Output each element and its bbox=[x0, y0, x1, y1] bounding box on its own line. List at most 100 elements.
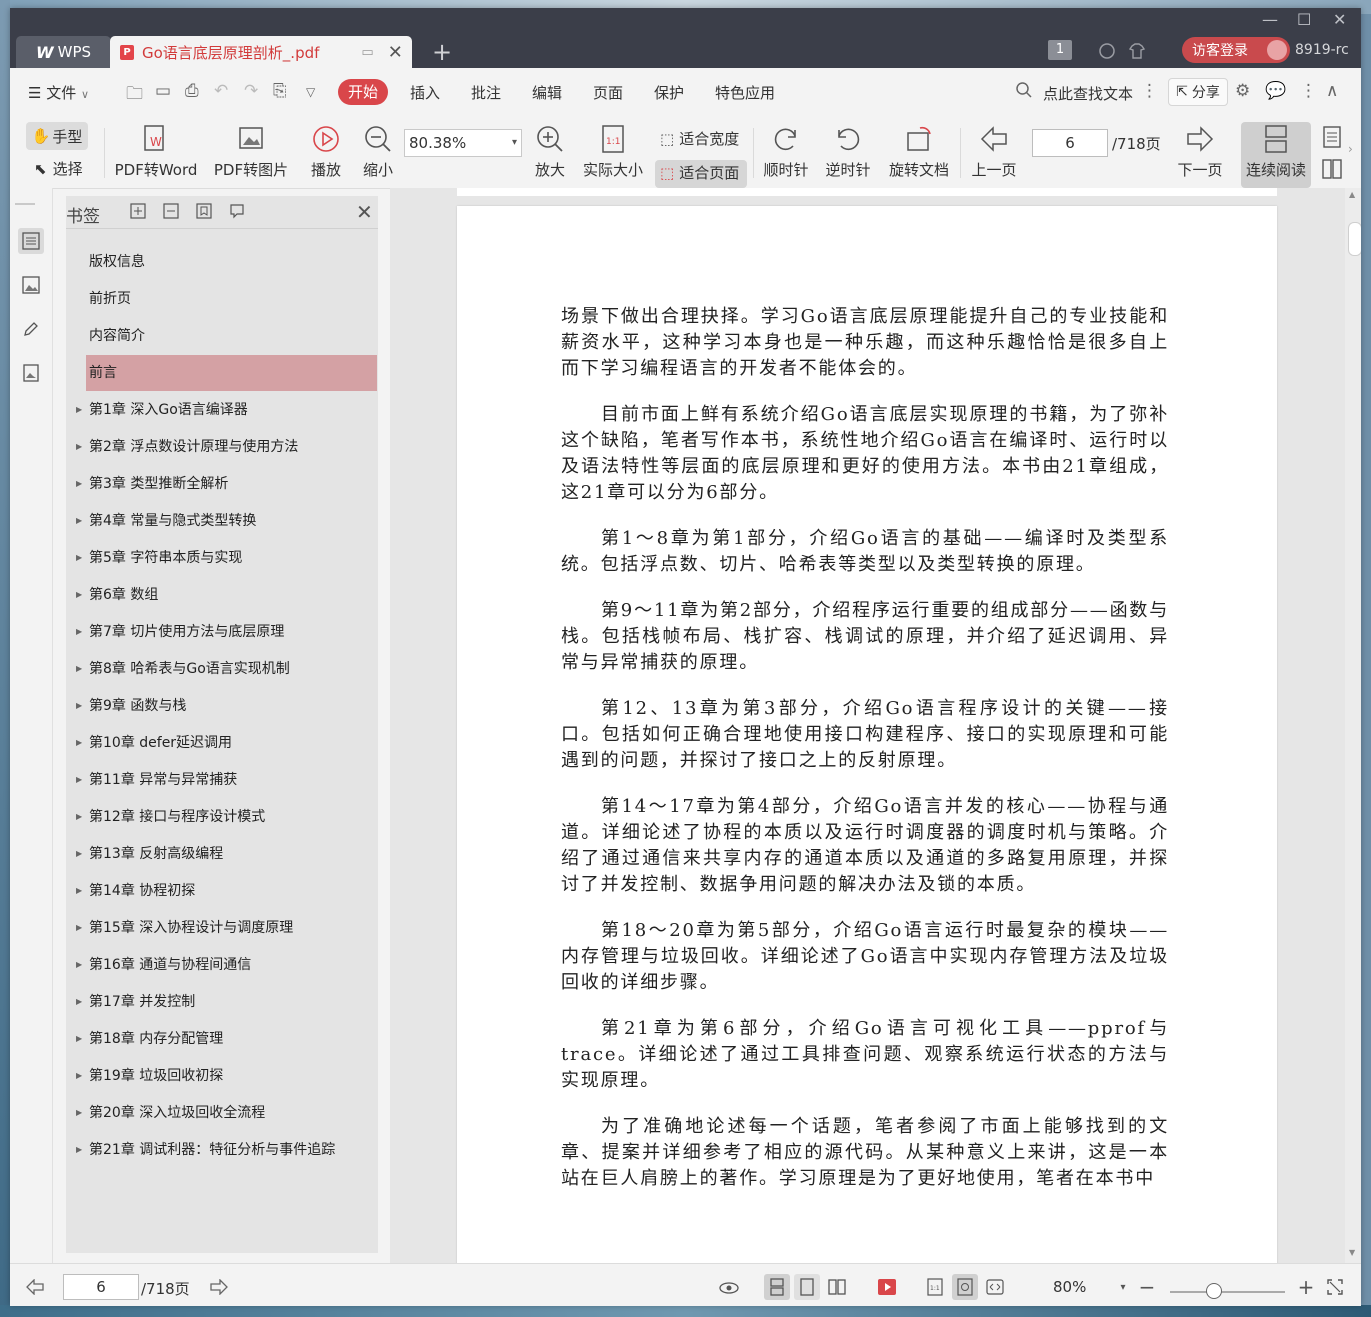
tab-page[interactable]: 页面 bbox=[593, 82, 623, 103]
bookmark-item[interactable]: ▶ 第21章 调试利器：特征分析与事件追踪 bbox=[76, 1132, 377, 1168]
status-page-input[interactable]: 6 bbox=[63, 1274, 139, 1300]
scroll-up-icon[interactable]: ▲ bbox=[1349, 190, 1355, 199]
tab-features[interactable]: 特色应用 bbox=[715, 82, 775, 103]
bookmark-item[interactable]: ▶ 第3章 类型推断全解析 bbox=[76, 466, 377, 502]
rotate-clockwise-button[interactable]: 顺时针 bbox=[762, 122, 810, 180]
expand-triangle-icon[interactable]: ▶ bbox=[76, 503, 82, 539]
previous-page-arrow-icon[interactable] bbox=[22, 1274, 48, 1300]
expand-triangle-icon[interactable]: ▶ bbox=[76, 1132, 82, 1168]
bookmark-item[interactable]: ▶ 第10章 defer延迟调用 bbox=[76, 725, 377, 761]
vertical-scrollbar[interactable]: ▲ ▼ bbox=[1345, 188, 1361, 1263]
skin-icon[interactable] bbox=[1098, 38, 1116, 64]
document-tab[interactable]: P Go语言底层原理剖析_.pdf ▭ ✕ bbox=[110, 36, 412, 68]
actual-size-button[interactable]: 1:1 实际大小 bbox=[580, 122, 646, 180]
rotate-document-button[interactable]: 旋转文档 bbox=[886, 122, 952, 180]
continuous-view-icon[interactable] bbox=[764, 1274, 790, 1300]
open-folder-icon[interactable]: 🗀 bbox=[126, 81, 143, 110]
more-options-icon[interactable]: ⋮ bbox=[1300, 81, 1317, 101]
comment-icon[interactable]: 💬 bbox=[1265, 81, 1286, 101]
close-window-icon[interactable]: ✕ bbox=[1333, 10, 1346, 29]
next-page-button[interactable]: 下一页 bbox=[1176, 122, 1224, 180]
expand-triangle-icon[interactable]: ▶ bbox=[76, 392, 82, 428]
quick-access-dropdown-icon[interactable]: ▽ bbox=[306, 85, 315, 99]
expand-triangle-icon[interactable]: ▶ bbox=[76, 577, 82, 613]
bookmark-item[interactable]: ▶ 第6章 数组 bbox=[76, 577, 377, 613]
continuous-read-button[interactable]: 连续阅读 bbox=[1241, 122, 1311, 180]
bookmark-item[interactable]: ▶ 第7章 切片使用方法与底层原理 bbox=[76, 614, 377, 650]
pdf-to-image-button[interactable]: PDF转图片 bbox=[212, 122, 290, 180]
bookmark-item[interactable]: ▶ 第14章 协程初探 bbox=[76, 873, 377, 909]
bookmark-item[interactable]: ▶ 第1章 深入Go语言编译器 bbox=[76, 392, 377, 428]
bookmark-item[interactable]: ▶ 第11章 异常与异常捕获 bbox=[76, 762, 377, 798]
settings-gear-icon[interactable]: ⚙ bbox=[1235, 81, 1250, 101]
save-icon[interactable]: ▭ bbox=[155, 81, 171, 101]
pdf-to-word-button[interactable]: W PDF转Word bbox=[114, 122, 198, 180]
zoom-minus-icon[interactable]: − bbox=[1134, 1274, 1160, 1300]
bookmark-list-icon[interactable] bbox=[18, 228, 44, 254]
scrollbar-thumb[interactable] bbox=[1348, 222, 1361, 256]
expand-triangle-icon[interactable]: ▶ bbox=[76, 873, 82, 909]
window-count-badge[interactable]: 1 bbox=[1048, 40, 1072, 60]
page-number-input[interactable]: 6 bbox=[1032, 129, 1108, 157]
expand-all-icon[interactable] bbox=[130, 203, 146, 219]
fit-page-button[interactable]: ⬚ 适合页面 bbox=[660, 162, 739, 183]
two-page-view-icon[interactable] bbox=[1320, 158, 1344, 184]
shirt-icon[interactable] bbox=[1128, 38, 1146, 64]
zoom-slider-track[interactable] bbox=[1170, 1291, 1285, 1293]
add-bookmark-icon[interactable] bbox=[196, 203, 212, 219]
file-menu[interactable]: ☰ 文件 ∨ bbox=[28, 82, 89, 103]
bookmark-options-icon[interactable] bbox=[229, 203, 245, 219]
double-page-icon[interactable] bbox=[824, 1274, 850, 1300]
new-tab-button[interactable]: + bbox=[432, 38, 452, 66]
expand-triangle-icon[interactable]: ▶ bbox=[76, 1095, 82, 1131]
tab-protect[interactable]: 保护 bbox=[654, 82, 684, 103]
expand-triangle-icon[interactable]: ▶ bbox=[76, 725, 82, 761]
bookmark-item[interactable]: ▶ 第2章 浮点数设计原理与使用方法 bbox=[76, 429, 377, 465]
next-page-arrow-icon[interactable] bbox=[206, 1274, 232, 1300]
eye-protection-icon[interactable] bbox=[716, 1274, 742, 1300]
scroll-down-icon[interactable]: ▼ bbox=[1349, 1248, 1355, 1257]
fit-width-small-icon[interactable] bbox=[982, 1274, 1008, 1300]
page-image-icon[interactable] bbox=[18, 360, 44, 386]
bookmark-item[interactable]: 前言 bbox=[86, 355, 377, 391]
bookmark-item[interactable]: ▶ 第12章 接口与程序设计模式 bbox=[76, 799, 377, 835]
tab-start[interactable]: 开始 bbox=[338, 79, 388, 105]
tab-edit[interactable]: 编辑 bbox=[532, 82, 562, 103]
single-page-icon[interactable] bbox=[794, 1274, 820, 1300]
bookmark-item[interactable]: 版权信息 bbox=[86, 244, 377, 280]
expand-triangle-icon[interactable]: ▶ bbox=[76, 799, 82, 835]
share-button[interactable]: ⇱ 分享 bbox=[1168, 78, 1228, 106]
document-viewport[interactable]: 场景下做出合理抉择。学习Go语言底层原理能提升自己的专业技能和薪资水平，这种学习… bbox=[390, 188, 1361, 1263]
maximize-icon[interactable]: ☐ bbox=[1297, 10, 1311, 29]
expand-triangle-icon[interactable]: ▶ bbox=[76, 1058, 82, 1094]
bookmark-item[interactable]: ▶ 第13章 反射高级编程 bbox=[76, 836, 377, 872]
minimize-icon[interactable]: — bbox=[1262, 10, 1278, 29]
expand-triangle-icon[interactable]: ▶ bbox=[76, 947, 82, 983]
bookmark-item[interactable]: ▶ 第4章 常量与隐式类型转换 bbox=[76, 503, 377, 539]
expand-triangle-icon[interactable]: ▶ bbox=[76, 466, 82, 502]
fit-page-small-icon[interactable] bbox=[952, 1274, 978, 1300]
zoom-out-button[interactable]: 缩小 bbox=[360, 122, 396, 180]
hand-tool-button[interactable]: ✋ 手型 bbox=[26, 122, 88, 150]
zoom-plus-icon[interactable]: + bbox=[1293, 1274, 1319, 1300]
zoom-slider-thumb[interactable] bbox=[1206, 1283, 1222, 1299]
expand-triangle-icon[interactable]: ▶ bbox=[76, 614, 82, 650]
collapse-ribbon-icon[interactable]: ∧ bbox=[1326, 81, 1338, 101]
wps-home-tab[interactable]: W WPS bbox=[16, 36, 111, 68]
play-button[interactable]: 播放 bbox=[306, 122, 346, 180]
expand-triangle-icon[interactable]: ▶ bbox=[76, 651, 82, 687]
single-page-view-icon[interactable] bbox=[1320, 126, 1344, 152]
expand-triangle-icon[interactable]: ▶ bbox=[76, 1021, 82, 1057]
bookmark-item[interactable]: ▶ 第18章 内存分配管理 bbox=[76, 1021, 377, 1057]
zoom-level-select[interactable]: 80.38% ▾ bbox=[404, 129, 522, 157]
zoom-in-button[interactable]: 放大 bbox=[532, 122, 568, 180]
bookmark-item[interactable]: 内容简介 bbox=[86, 318, 377, 354]
expand-triangle-icon[interactable]: ▶ bbox=[76, 540, 82, 576]
bookmark-item[interactable]: ▶ 第20章 深入垃圾回收全流程 bbox=[76, 1095, 377, 1131]
select-tool-button[interactable]: ⬉ 选择 bbox=[34, 158, 83, 179]
expand-triangle-icon[interactable]: ▶ bbox=[76, 762, 82, 798]
export-icon[interactable]: ⎘ bbox=[273, 81, 287, 101]
expand-triangle-icon[interactable]: ▶ bbox=[76, 429, 82, 465]
thumbnail-image-icon[interactable] bbox=[18, 272, 44, 298]
tab-window-icon[interactable]: ▭ bbox=[361, 45, 373, 60]
